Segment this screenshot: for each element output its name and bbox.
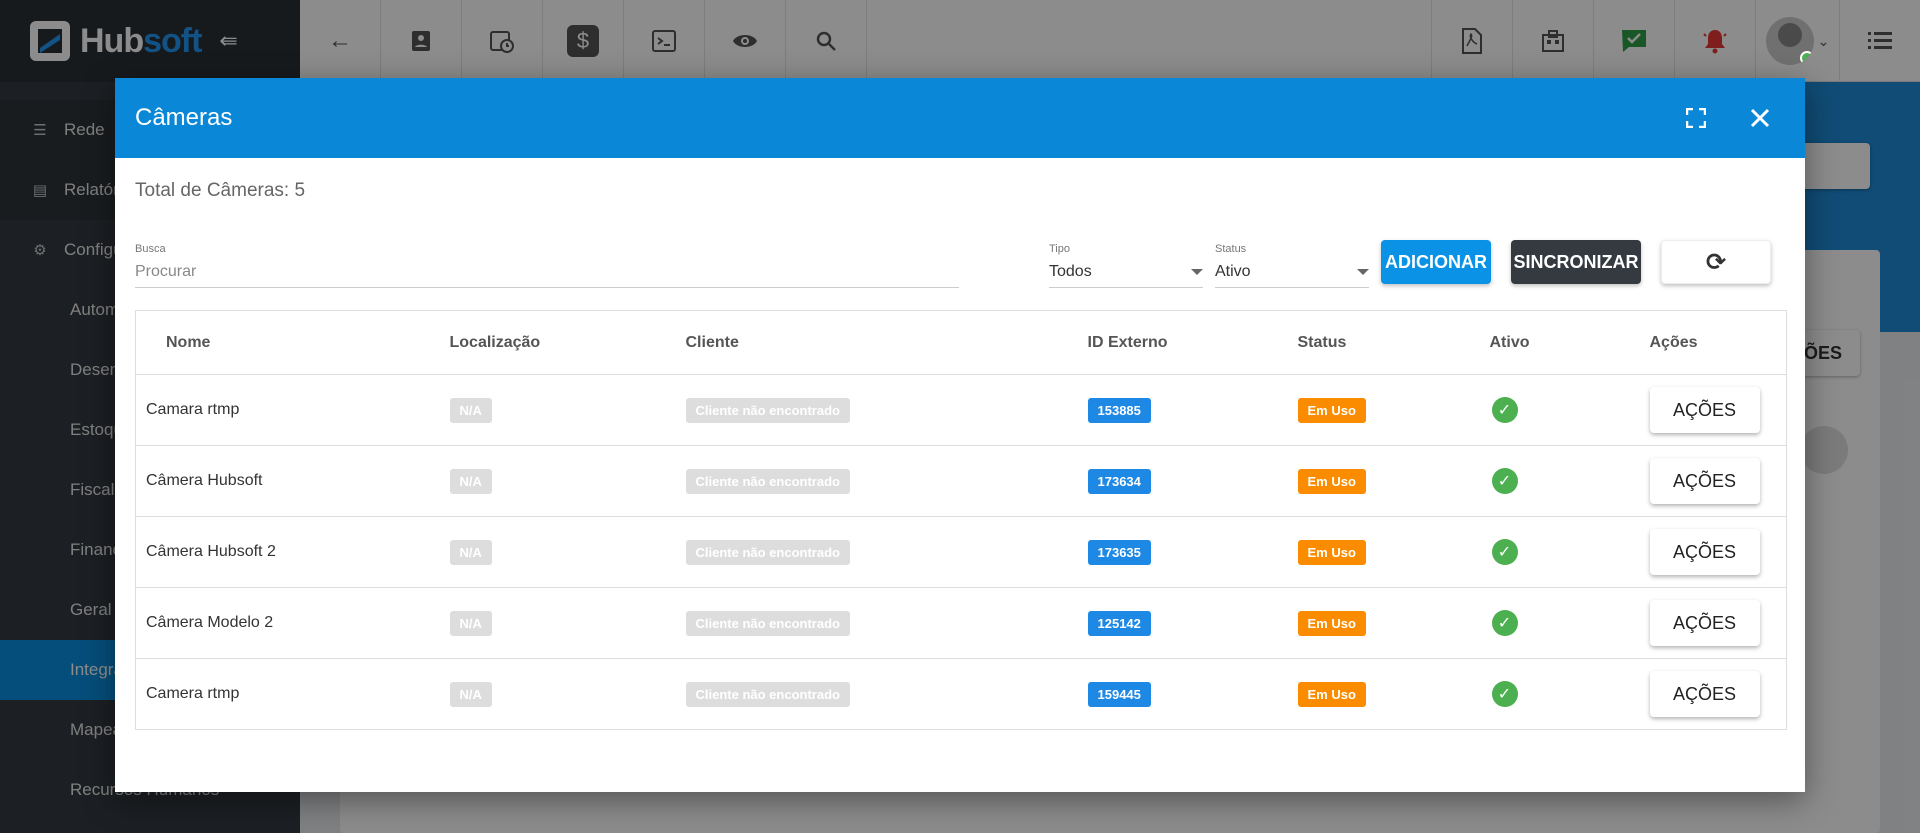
camera-name: Camara rtmp xyxy=(135,374,450,446)
search-field: Busca xyxy=(135,236,959,288)
status-label: Status xyxy=(1215,243,1247,255)
filters-row: Busca Tipo Todos Status Ativo ADICIONAR … xyxy=(135,232,1785,288)
status-badge: Em Uso xyxy=(1297,681,1366,707)
external-id-chip: 173635 xyxy=(1087,539,1151,565)
table-row: Câmera Hubsoft N/A Cliente não encontrad… xyxy=(135,445,1787,517)
client-chip: Cliente não encontrado xyxy=(685,681,850,707)
external-id-chip: 173634 xyxy=(1087,468,1151,494)
modal-body: Total de Câmeras: 5 Busca Tipo Todos Sta… xyxy=(115,158,1805,752)
camera-name: Câmera Hubsoft xyxy=(135,445,450,517)
online-status-icon xyxy=(1799,51,1814,65)
refresh-button[interactable]: ⟳ xyxy=(1661,240,1771,284)
status-badge: Em Uso xyxy=(1297,610,1366,636)
search-input[interactable] xyxy=(135,263,959,281)
caret-down-icon xyxy=(1191,269,1203,275)
client-chip: Cliente não encontrado xyxy=(685,397,850,423)
status-badge: Em Uso xyxy=(1297,468,1366,494)
client-chip: Cliente não encontrado xyxy=(685,610,850,636)
actions-button[interactable]: AÇÕES xyxy=(1649,600,1760,646)
camera-name: Câmera Modelo 2 xyxy=(135,587,450,659)
active-check-icon: ✓ xyxy=(1491,397,1518,423)
table-row: Camera rtmp N/A Cliente não encontrado 1… xyxy=(135,658,1787,730)
tipo-value: Todos xyxy=(1049,263,1092,280)
col-localizacao[interactable]: Localização xyxy=(449,310,686,375)
actions-button[interactable]: AÇÕES xyxy=(1649,458,1760,504)
caret-down-icon xyxy=(1357,269,1369,275)
cameras-table: Nome Localização Cliente ID Externo Stat… xyxy=(135,310,1787,730)
sync-button[interactable]: SINCRONIZAR xyxy=(1511,240,1641,284)
col-nome[interactable]: Nome xyxy=(135,310,450,375)
location-chip: N/A xyxy=(449,539,492,565)
col-acoes: Ações xyxy=(1649,310,1787,375)
status-badge: Em Uso xyxy=(1297,397,1366,423)
external-id-chip: 125142 xyxy=(1087,610,1151,636)
table-row: Câmera Modelo 2 N/A Cliente não encontra… xyxy=(135,587,1787,659)
actions-button[interactable]: AÇÕES xyxy=(1649,671,1760,717)
location-chip: N/A xyxy=(449,397,492,423)
status-select[interactable]: Status Ativo xyxy=(1215,236,1369,288)
active-check-icon: ✓ xyxy=(1491,681,1518,707)
total-cameras: Total de Câmeras: 5 xyxy=(135,180,306,201)
table-row: Câmera Hubsoft 2 N/A Cliente não encontr… xyxy=(135,516,1787,588)
camera-name: Câmera Hubsoft 2 xyxy=(135,516,450,588)
refresh-icon: ⟳ xyxy=(1705,248,1727,276)
client-chip: Cliente não encontrado xyxy=(685,539,850,565)
fullscreen-icon xyxy=(1686,108,1706,128)
status-value: Ativo xyxy=(1215,263,1251,280)
table-row: Camara rtmp N/A Cliente não encontrado 1… xyxy=(135,374,1787,446)
tipo-select[interactable]: Tipo Todos xyxy=(1049,236,1203,288)
modal-header: Câmeras xyxy=(115,78,1805,158)
active-check-icon: ✓ xyxy=(1491,610,1518,636)
actions-button[interactable]: AÇÕES xyxy=(1649,387,1760,433)
camera-name: Camera rtmp xyxy=(135,658,450,730)
location-chip: N/A xyxy=(449,610,492,636)
close-button[interactable] xyxy=(1735,93,1785,143)
add-button[interactable]: ADICIONAR xyxy=(1381,240,1491,284)
status-badge: Em Uso xyxy=(1297,539,1366,565)
col-cliente[interactable]: Cliente xyxy=(685,310,1088,375)
location-chip: N/A xyxy=(449,681,492,707)
location-chip: N/A xyxy=(449,468,492,494)
col-ativo[interactable]: Ativo xyxy=(1489,310,1650,375)
actions-button[interactable]: AÇÕES xyxy=(1649,529,1760,575)
modal-title: Câmeras xyxy=(135,104,233,131)
cameras-modal: Câmeras Total de Câmeras: 5 Busca Tipo T… xyxy=(115,78,1805,792)
client-chip: Cliente não encontrado xyxy=(685,468,850,494)
search-label: Busca xyxy=(135,243,166,255)
close-icon xyxy=(1750,108,1770,128)
external-id-chip: 159445 xyxy=(1087,681,1151,707)
external-id-chip: 153885 xyxy=(1087,397,1151,423)
table-header: Nome Localização Cliente ID Externo Stat… xyxy=(135,310,1787,375)
active-check-icon: ✓ xyxy=(1491,539,1518,565)
col-status[interactable]: Status xyxy=(1297,310,1490,375)
col-id-externo[interactable]: ID Externo xyxy=(1087,310,1298,375)
tipo-label: Tipo xyxy=(1049,243,1070,255)
active-check-icon: ✓ xyxy=(1491,468,1518,494)
fullscreen-button[interactable] xyxy=(1671,93,1721,143)
